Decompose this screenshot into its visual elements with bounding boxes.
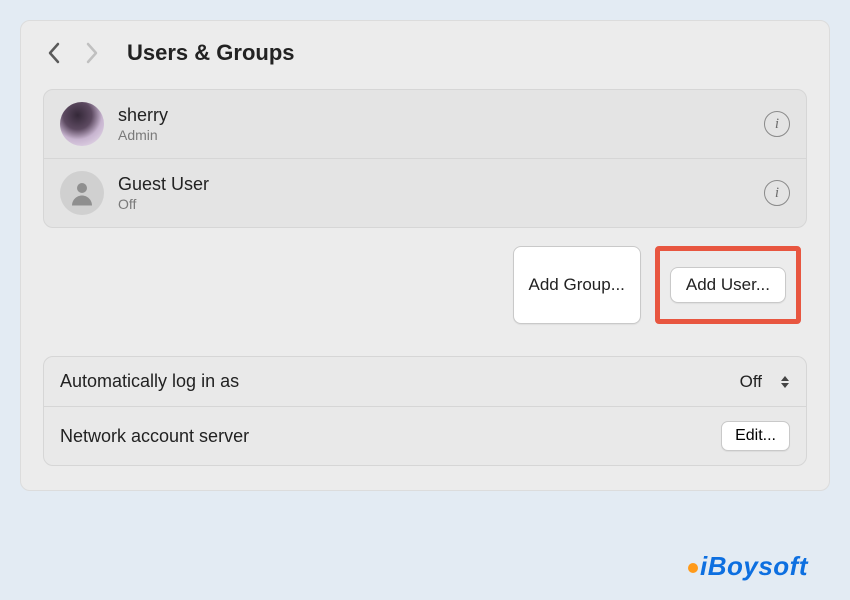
user-meta: sherry Admin bbox=[118, 105, 750, 143]
user-name: Guest User bbox=[118, 174, 750, 196]
info-icon: i bbox=[775, 116, 779, 133]
forward-button[interactable] bbox=[81, 39, 103, 67]
add-group-button[interactable]: Add Group... bbox=[513, 246, 641, 324]
page-title: Users & Groups bbox=[127, 40, 295, 66]
back-button[interactable] bbox=[43, 39, 65, 67]
settings-panel: Users & Groups sherry Admin i Guest Us bbox=[20, 20, 830, 491]
brand-dot-icon bbox=[688, 563, 698, 573]
person-icon bbox=[67, 178, 97, 208]
network-server-row: Network account server Edit... bbox=[44, 406, 806, 465]
user-status: Off bbox=[118, 196, 750, 212]
login-settings-list: Automatically log in as Off Network acco… bbox=[43, 356, 807, 466]
nav-header: Users & Groups bbox=[43, 39, 807, 67]
annotation-highlight: Add User... bbox=[655, 246, 801, 324]
auto-login-label: Automatically log in as bbox=[60, 371, 726, 392]
brand-text: iBoysoft bbox=[700, 551, 808, 581]
edit-network-server-button[interactable]: Edit... bbox=[721, 421, 790, 451]
user-meta: Guest User Off bbox=[118, 174, 750, 212]
user-list: sherry Admin i Guest User Off i bbox=[43, 89, 807, 228]
user-row[interactable]: Guest User Off i bbox=[44, 158, 806, 227]
add-user-button[interactable]: Add User... bbox=[670, 267, 786, 303]
avatar bbox=[60, 102, 104, 146]
chevron-right-icon bbox=[85, 42, 99, 64]
avatar bbox=[60, 171, 104, 215]
auto-login-row: Automatically log in as Off bbox=[44, 357, 806, 406]
chevron-down-icon bbox=[780, 382, 790, 389]
brand-watermark: iBoysoft bbox=[688, 551, 808, 582]
info-button[interactable]: i bbox=[764, 180, 790, 206]
auto-login-dropdown[interactable] bbox=[780, 375, 790, 389]
network-server-label: Network account server bbox=[60, 426, 707, 447]
info-icon: i bbox=[775, 185, 779, 202]
chevron-up-icon bbox=[780, 375, 790, 382]
chevron-left-icon bbox=[47, 42, 61, 64]
auto-login-value: Off bbox=[740, 372, 762, 392]
user-role: Admin bbox=[118, 127, 750, 143]
user-name: sherry bbox=[118, 105, 750, 127]
info-button[interactable]: i bbox=[764, 111, 790, 137]
action-button-row: Add Group... Add User... bbox=[43, 246, 807, 324]
user-row[interactable]: sherry Admin i bbox=[44, 90, 806, 158]
